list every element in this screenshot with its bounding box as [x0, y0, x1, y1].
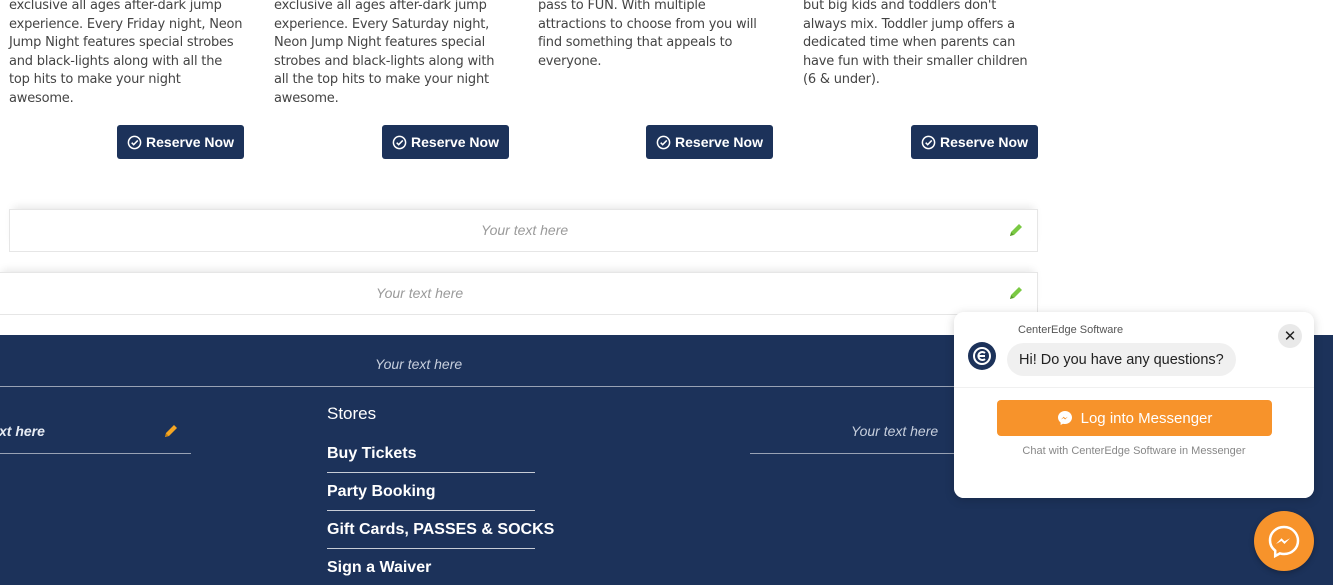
page: exclusive all ages after-dark jump exper…: [0, 0, 1333, 585]
check-circle-icon: [392, 135, 407, 149]
footer-right-placeholder[interactable]: Your text here: [851, 423, 938, 439]
check-circle-icon: [656, 135, 671, 149]
check-circle-icon: [127, 135, 142, 149]
footer-link-party-booking[interactable]: Party Booking: [327, 483, 435, 501]
reserve-now-label: Reserve Now: [411, 134, 499, 150]
card-4-description: but big kids and toddlers don't always m…: [803, 0, 1028, 87]
footer-left-underline: [0, 453, 191, 454]
card-2-description: exclusive all ages after-dark jump exper…: [274, 0, 495, 106]
messenger-chat-button[interactable]: [1254, 511, 1314, 571]
reserve-now-button-4[interactable]: Reserve Now: [911, 125, 1038, 159]
footer-link-sign-waiver[interactable]: Sign a Waiver: [327, 559, 431, 577]
log-into-messenger-button[interactable]: Log into Messenger: [997, 400, 1272, 436]
editable-text-bar-1[interactable]: Your text here: [9, 209, 1038, 252]
pencil-icon[interactable]: [1008, 222, 1024, 238]
footer-right-underline: [750, 453, 960, 454]
pencil-icon[interactable]: [1008, 285, 1024, 301]
centeredge-logo-icon: [968, 342, 996, 370]
reserve-now-button-3[interactable]: Reserve Now: [646, 125, 773, 159]
footer-divider: [0, 386, 1010, 387]
messenger-chat-popup: CenterEdge Software Hi! Do you have any …: [954, 312, 1314, 498]
stores-heading: Stores: [327, 404, 377, 423]
footer-left-placeholder[interactable]: xt here: [0, 423, 45, 439]
link-separator: [327, 510, 535, 511]
footer-link-gift-cards[interactable]: Gift Cards, PASSES & SOCKS: [327, 521, 554, 539]
reserve-now-label: Reserve Now: [675, 134, 763, 150]
check-circle-icon: [921, 135, 936, 149]
chat-greeting-bubble: Hi! Do you have any questions?: [1007, 343, 1236, 376]
close-icon[interactable]: ✕: [1278, 324, 1302, 348]
card-1-description: exclusive all ages after-dark jump exper…: [9, 0, 243, 106]
reserve-now-label: Reserve Now: [146, 134, 234, 150]
reserve-now-label: Reserve Now: [940, 134, 1028, 150]
messenger-icon: [1057, 411, 1072, 425]
footer-link-buy-tickets[interactable]: Buy Tickets: [327, 445, 417, 463]
chat-header: CenterEdge Software Hi! Do you have any …: [954, 312, 1314, 387]
log-into-messenger-label: Log into Messenger: [1080, 409, 1213, 427]
placeholder-text: Your text here: [481, 222, 569, 238]
link-separator: [327, 548, 535, 549]
chat-company-name: CenterEdge Software: [1018, 324, 1124, 336]
card-3-description: pass to FUN. With multiple attractions t…: [538, 0, 757, 69]
placeholder-text: Your text here: [376, 285, 464, 301]
chat-hint-text: Chat with CenterEdge Software in Messeng…: [1022, 445, 1246, 457]
editable-text-bar-2[interactable]: Your text here: [0, 272, 1038, 315]
pencil-icon[interactable]: [163, 423, 179, 439]
link-separator: [327, 472, 535, 473]
reserve-now-button-2[interactable]: Reserve Now: [382, 125, 509, 159]
reserve-now-button-1[interactable]: Reserve Now: [117, 125, 244, 159]
footer-top-placeholder[interactable]: Your text here: [375, 356, 462, 372]
messenger-icon: [1268, 525, 1300, 559]
